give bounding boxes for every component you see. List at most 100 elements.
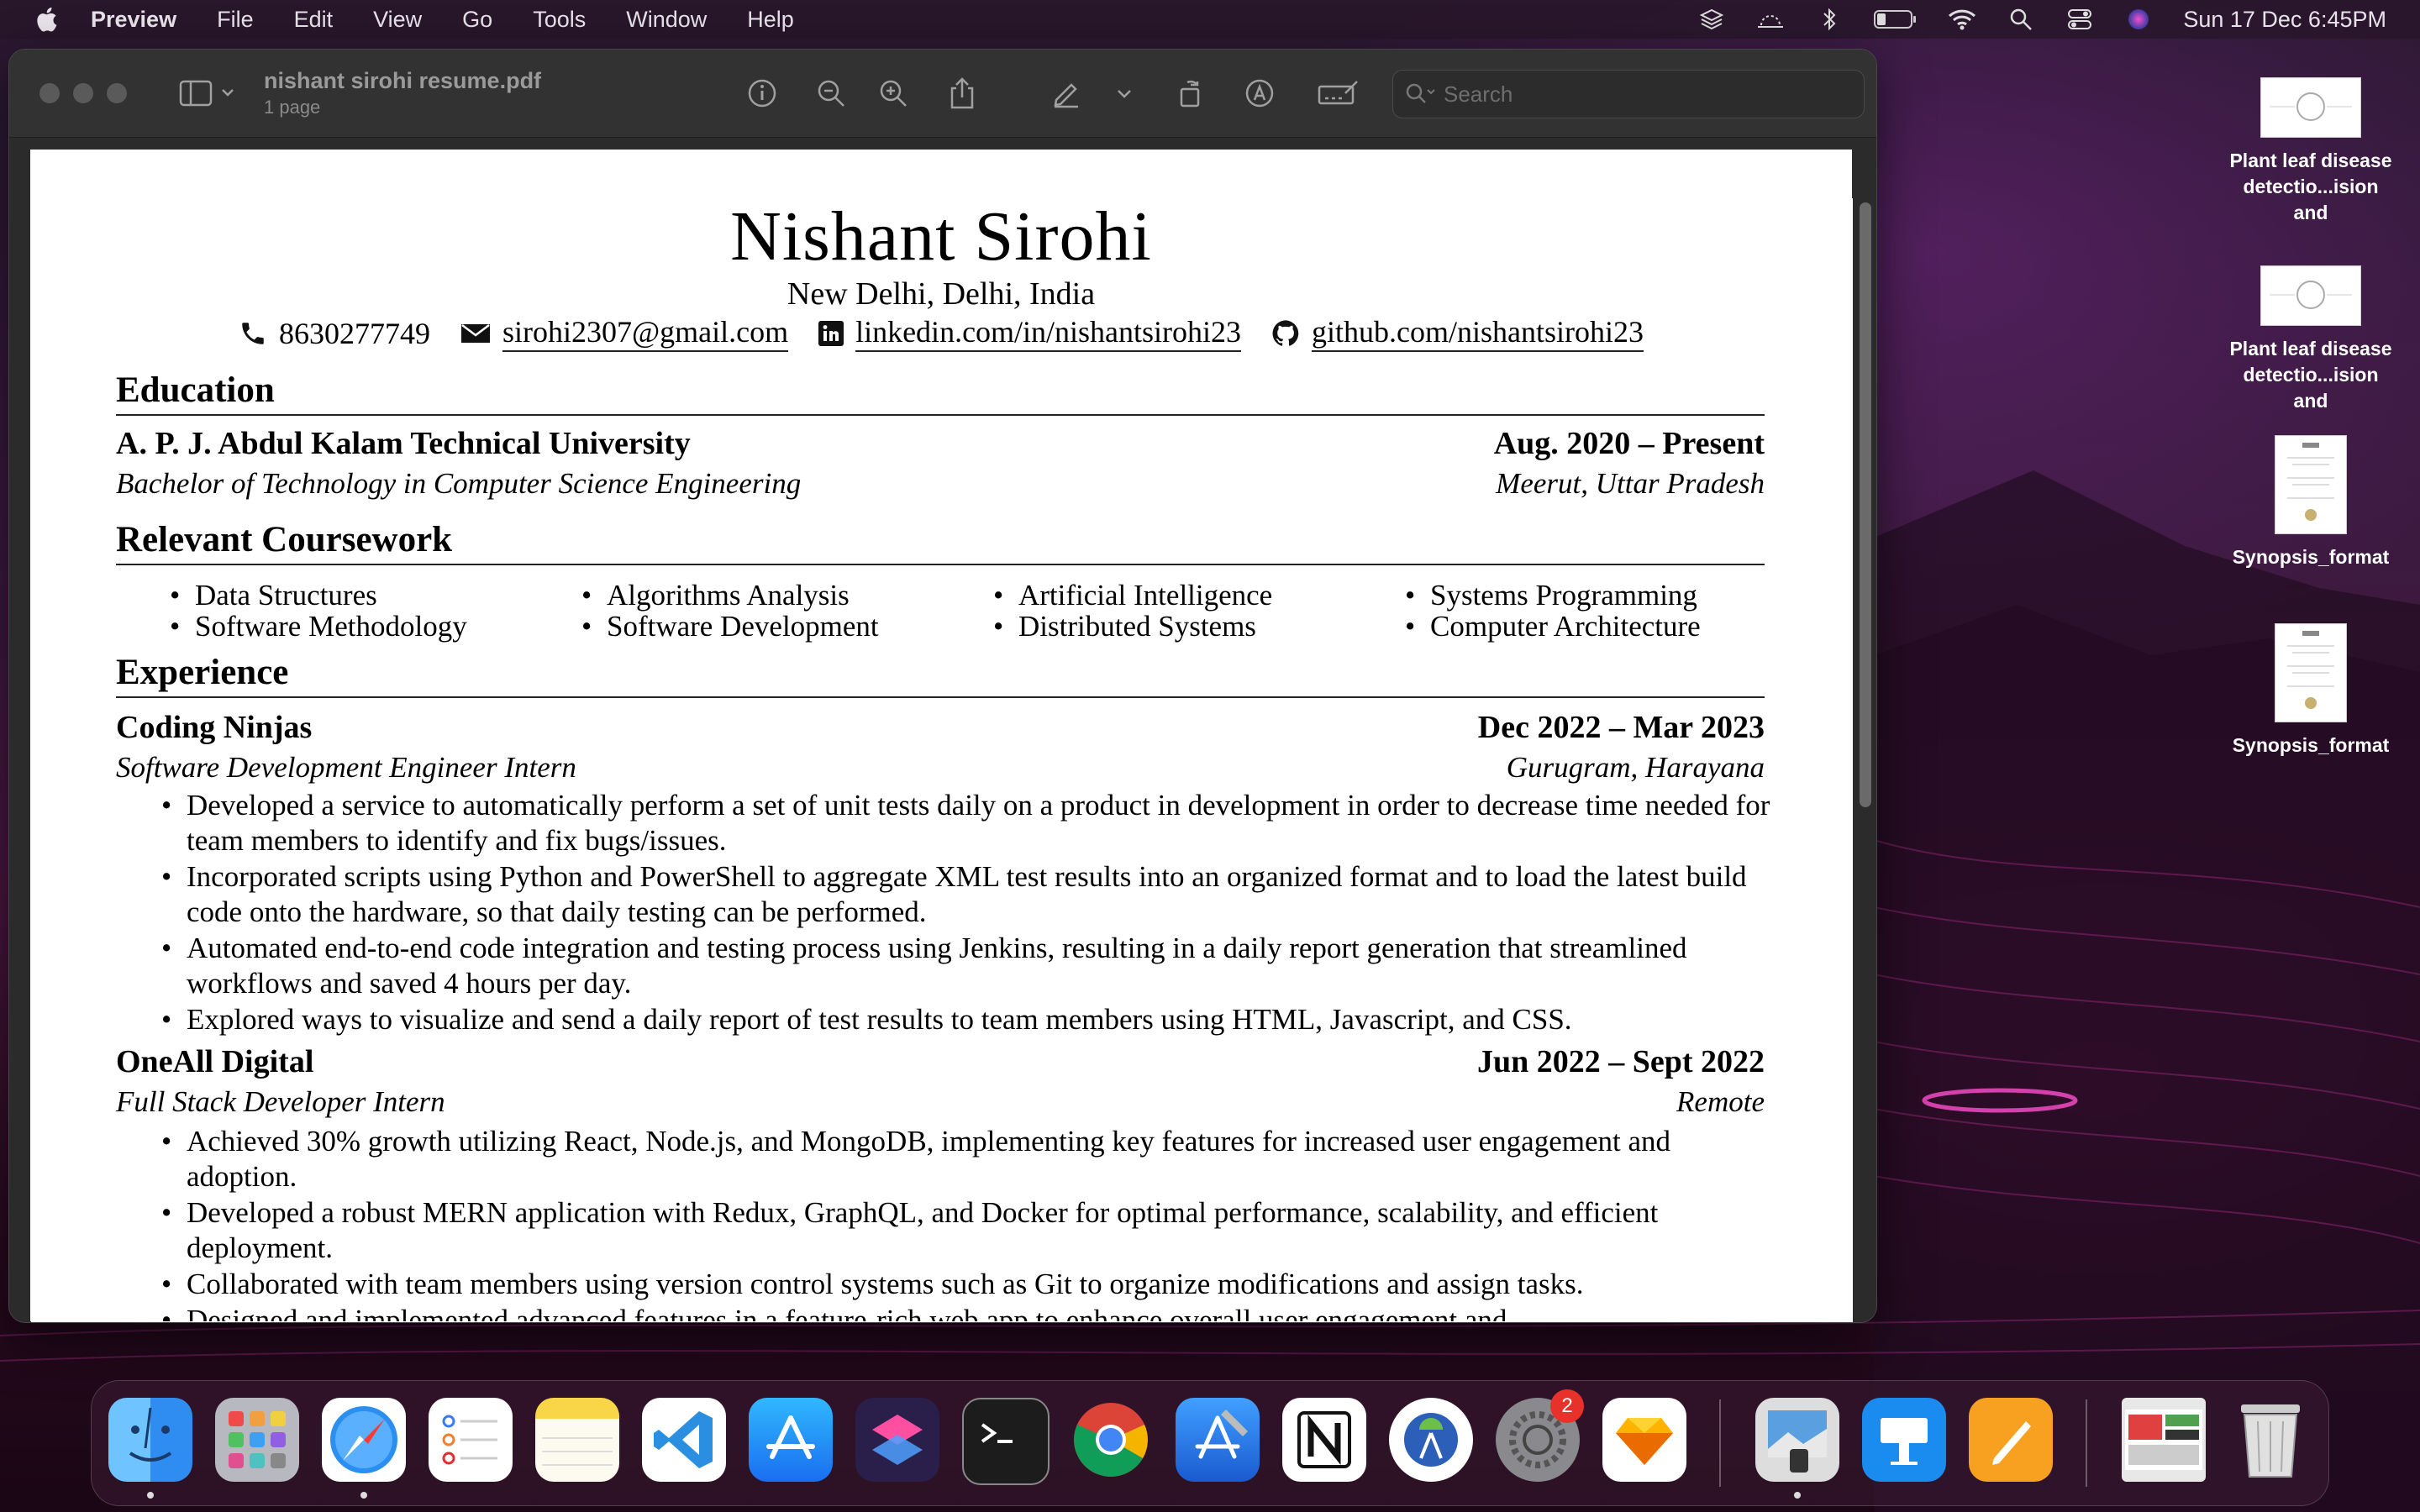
- search-field[interactable]: Search: [1392, 70, 1865, 118]
- list-item: Achieved 30% growth utilizing React, Nod…: [161, 1124, 1783, 1194]
- minimize-window-button[interactable]: [73, 83, 93, 103]
- vertical-scrollbar[interactable]: [1860, 202, 1871, 807]
- desktop-file-plant-leaf-2[interactable]: Plant leaf disease detectio...ision and: [2227, 265, 2395, 414]
- menu-file[interactable]: File: [217, 7, 254, 33]
- coursework-column: • Data Structures • Software Methodology: [170, 579, 581, 642]
- app-store-icon[interactable]: [749, 1398, 833, 1482]
- launchpad-icon[interactable]: [215, 1398, 299, 1482]
- notes-icon[interactable]: [535, 1398, 619, 1482]
- annotate-icon[interactable]: [1241, 75, 1278, 112]
- keynote-icon[interactable]: [1862, 1398, 1946, 1482]
- linkedin-link[interactable]: linkedin.com/in/nishantsirohi23: [855, 314, 1242, 352]
- dock-separator: [2086, 1399, 2087, 1487]
- siri-icon[interactable]: [2124, 7, 2153, 32]
- sketch-icon[interactable]: [1602, 1398, 1686, 1482]
- safari-icon[interactable]: [322, 1398, 406, 1482]
- education-location: Meerut, Uttar Pradesh: [1496, 467, 1765, 500]
- wifi-icon[interactable]: [1948, 7, 1976, 32]
- dock: 2: [91, 1380, 2329, 1506]
- contact-email[interactable]: sirohi2307@gmail.com: [460, 314, 789, 352]
- xcode-icon[interactable]: [1176, 1398, 1260, 1482]
- menu-window[interactable]: Window: [626, 7, 707, 33]
- list-item: Collaborated with team members using ver…: [161, 1267, 1783, 1302]
- close-window-button[interactable]: [39, 83, 60, 103]
- reminders-icon[interactable]: [429, 1398, 513, 1482]
- menu-view[interactable]: View: [373, 7, 422, 33]
- brightness-icon[interactable]: [1756, 7, 1785, 32]
- desktop-file-label: detectio...ision and: [2243, 364, 2379, 412]
- desktop-file-synopsis-1[interactable]: Synopsis_format: [2227, 435, 2395, 570]
- menu-go[interactable]: Go: [462, 7, 492, 33]
- education-detail-row: Bachelor of Technology in Computer Scien…: [116, 467, 1765, 501]
- markup-pen-icon[interactable]: [1048, 75, 1085, 112]
- list-item: • Data Structures: [170, 579, 377, 612]
- github-link[interactable]: github.com/nishantsirohi23: [1312, 314, 1644, 352]
- menu-help[interactable]: Help: [747, 7, 794, 33]
- desktop-file-label: Synopsis_format: [2232, 546, 2390, 568]
- document-thumbnail: [2260, 265, 2361, 326]
- preview-icon[interactable]: [1755, 1398, 1839, 1482]
- menu-tools[interactable]: Tools: [533, 7, 586, 33]
- phone-number: 8630277749: [278, 316, 430, 350]
- apple-icon[interactable]: [34, 5, 59, 34]
- desktop-file-synopsis-2[interactable]: Synopsis_format: [2227, 623, 2395, 759]
- spotlight-search-icon[interactable]: [2007, 7, 2035, 32]
- contact-github[interactable]: github.com/nishantsirohi23: [1271, 314, 1644, 352]
- university-name: A. P. J. Abdul Kalam Technical Universit…: [116, 426, 691, 461]
- trash-icon[interactable]: [2228, 1398, 2312, 1482]
- chrome-icon[interactable]: [1069, 1398, 1153, 1482]
- coursework-column: • Artificial Intelligence • Distributed Sy…: [993, 579, 1405, 643]
- contact-linkedin[interactable]: linkedin.com/in/nishantsirohi23: [818, 314, 1242, 352]
- list-item: Designed and implemented advanced featur…: [161, 1303, 1783, 1321]
- zoom-in-icon[interactable]: [875, 75, 912, 112]
- layers-icon[interactable]: [1697, 7, 1726, 32]
- sidebar-toggle-icon[interactable]: [177, 75, 245, 112]
- finder-icon[interactable]: [108, 1398, 192, 1482]
- battery-icon[interactable]: [1874, 7, 1918, 32]
- search-icon: [1406, 83, 1435, 103]
- chevron-down-icon[interactable]: [1112, 75, 1137, 112]
- menu-app-preview[interactable]: Preview: [91, 7, 176, 33]
- vscode-icon[interactable]: [642, 1398, 726, 1482]
- info-icon[interactable]: [744, 75, 781, 112]
- job-company: Coding Ninjas: [116, 710, 313, 745]
- shortcuts-icon[interactable]: [855, 1398, 939, 1482]
- job-bullets: Developed a service to automatically per…: [161, 788, 1783, 1038]
- desktop-file-plant-leaf-1[interactable]: Plant leaf disease detectio...ision and: [2227, 77, 2395, 226]
- menu-bar: Preview File Edit View Go Tools Window H…: [0, 0, 2420, 39]
- zoom-out-icon[interactable]: [813, 75, 850, 112]
- job-detail-row: Full Stack Developer Intern Remote: [116, 1085, 1765, 1119]
- control-center-icon[interactable]: [2065, 7, 2094, 32]
- job-company: OneAll Digital: [116, 1044, 314, 1079]
- menu-edit[interactable]: Edit: [294, 7, 334, 33]
- list-item: • Distributed Systems: [993, 610, 1256, 643]
- desktop-file-label: Synopsis_format: [2232, 734, 2390, 756]
- phone-icon: [242, 322, 264, 344]
- list-item: • Systems Programming: [1405, 579, 1697, 612]
- settings-notification-badge: 2: [1550, 1389, 1584, 1423]
- job-detail-row: Software Development Engineer Intern Gur…: [116, 751, 1765, 785]
- running-indicator: [1794, 1492, 1801, 1499]
- job-location: Remote: [1676, 1085, 1765, 1118]
- terminal-icon[interactable]: [962, 1398, 1050, 1485]
- section-coursework-title: Relevant Coursework: [116, 519, 1765, 565]
- coursework-grid: • Data Structures • Software Methodology •…: [30, 580, 1852, 647]
- notion-icon[interactable]: [1282, 1398, 1366, 1482]
- email-link[interactable]: sirohi2307@gmail.com: [502, 314, 789, 352]
- menu-clock[interactable]: Sun 17 Dec 6:45PM: [2183, 7, 2386, 33]
- desktop-file-label: detectio...ision and: [2243, 176, 2379, 223]
- share-icon[interactable]: [944, 75, 981, 112]
- envelope-icon: [460, 323, 490, 343]
- rotate-icon[interactable]: [1172, 75, 1209, 112]
- degree: Bachelor of Technology in Computer Scien…: [116, 467, 802, 500]
- pages-icon[interactable]: [1969, 1398, 2053, 1482]
- zoom-window-button[interactable]: [107, 83, 127, 103]
- android-studio-icon[interactable]: [1389, 1398, 1473, 1482]
- form-fill-icon[interactable]: [1315, 75, 1362, 112]
- job-dates: Dec 2022 – Mar 2023: [1477, 710, 1765, 745]
- dock-separator: [1719, 1399, 1721, 1487]
- bluetooth-icon[interactable]: [1815, 7, 1844, 32]
- list-item: • Artificial Intelligence: [993, 579, 1273, 612]
- downloads-stack-icon[interactable]: [2122, 1398, 2206, 1482]
- document-title[interactable]: nishant sirohi resume.pdf: [264, 68, 541, 94]
